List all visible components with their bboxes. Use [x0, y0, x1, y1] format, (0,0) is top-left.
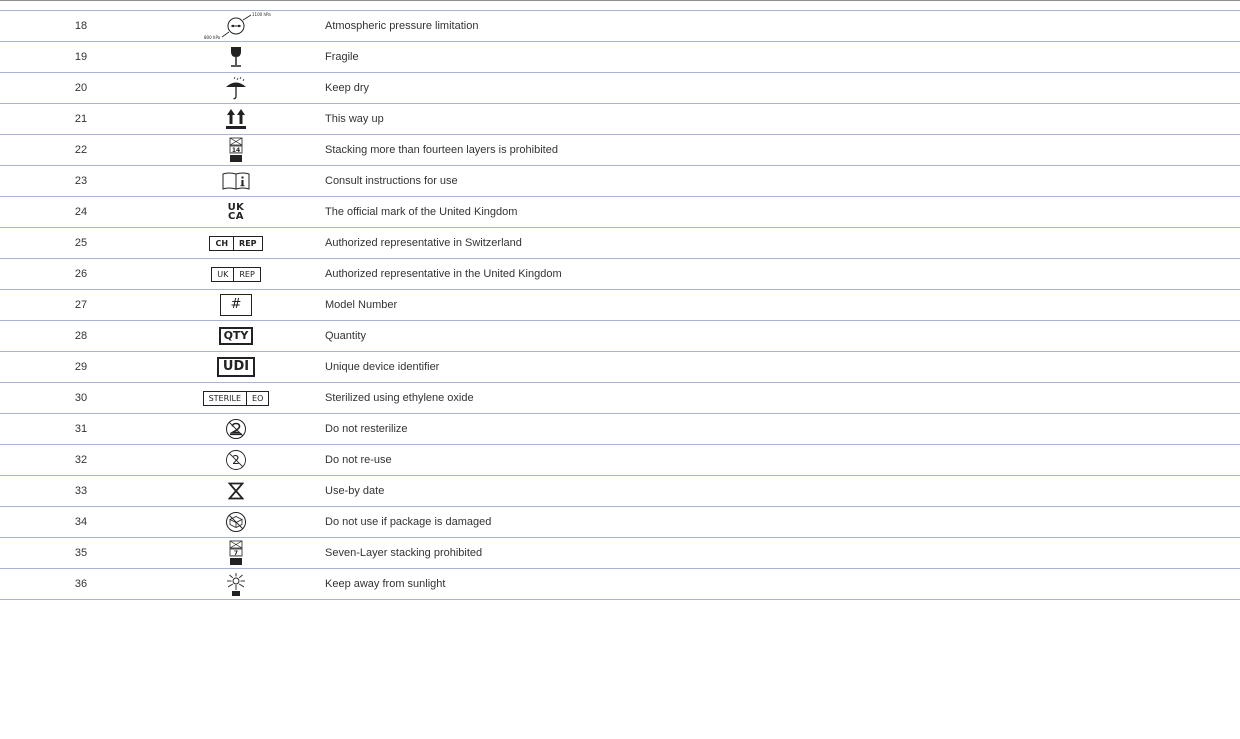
top-divider [0, 0, 1240, 1]
pressure-upper-label: 1100 hPa [252, 12, 271, 17]
row-number: 24 [0, 196, 162, 228]
row-description: Model Number [310, 289, 1240, 321]
row-number: 36 [0, 568, 162, 600]
row-number: 27 [0, 289, 162, 321]
table-row: 36 Keep away from sunlight [0, 568, 1240, 600]
table-row: 19 Fragile [0, 41, 1240, 73]
stacking-limit-label: 7 [234, 550, 238, 557]
row-description: Authorized representative in the United … [310, 258, 1240, 290]
row-description: This way up [310, 103, 1240, 135]
row-number: 35 [0, 537, 162, 569]
consult-instructions-icon [222, 172, 250, 190]
sterile-right-text: EO [246, 391, 268, 405]
damaged-package-icon [225, 511, 247, 533]
do-not-reuse-label: 2 [232, 453, 240, 467]
row-number: 19 [0, 41, 162, 73]
row-description: Stacking more than fourteen layers is pr… [310, 134, 1240, 166]
row-description: Keep dry [310, 72, 1240, 104]
model-number-icon: # [220, 294, 252, 316]
uk-rep-right-text: REP [233, 267, 259, 281]
table-row: 27 # Model Number [0, 289, 1240, 321]
table-row: 29 UDI Unique device identifier [0, 351, 1240, 383]
pressure-lower-label: 800 hPa [204, 35, 221, 40]
row-number: 18 [0, 10, 162, 42]
ukca-bottom-text: CA [227, 211, 245, 222]
row-number: 25 [0, 227, 162, 259]
row-number: 22 [0, 134, 162, 166]
keep-away-from-sunlight-icon [222, 572, 250, 596]
row-number: 33 [0, 475, 162, 507]
row-number: 26 [0, 258, 162, 290]
row-number: 30 [0, 382, 162, 414]
table-row: 26 UK REP Authorized representative in t… [0, 258, 1240, 290]
sterile-left-text: STERILE [208, 393, 242, 403]
row-description: Unique device identifier [310, 351, 1240, 383]
row-number: 28 [0, 320, 162, 352]
symbols-page: 18 1100 hPa 800 hPa Atmospheric pressure… [0, 0, 1240, 739]
do-not-reuse-icon: 2 [225, 449, 247, 471]
table-row: 28 QTY Quantity [0, 320, 1240, 352]
row-description: Consult instructions for use [310, 165, 1240, 197]
quantity-icon: QTY [218, 327, 254, 345]
row-description: Seven-Layer stacking prohibited [310, 537, 1240, 569]
fragile-icon [228, 46, 244, 68]
table-row: 35 7 Seven-Layer stacking prohibited [0, 537, 1240, 569]
table-row: 33 Use-by date [0, 475, 1240, 507]
stacking-limit-icon: 7 [229, 540, 243, 566]
table-row: 31 Do not resterilize [0, 413, 1240, 445]
symbol-table: 18 1100 hPa 800 hPa Atmospheric pressure… [0, 10, 1240, 600]
ch-rep-left-text: CH [215, 238, 229, 248]
table-row: 23 Consult instructions for use [0, 165, 1240, 197]
row-description: Do not use if package is damaged [310, 506, 1240, 538]
stacking-limit-icon: 14 [229, 137, 243, 163]
table-row: 22 14 Stacking more than fourteen layers… [0, 134, 1240, 166]
ch-rep-right-text: REP [233, 236, 262, 250]
ukca-mark-icon: UK CA [227, 203, 245, 222]
table-row: 18 1100 hPa 800 hPa Atmospheric pressure… [0, 10, 1240, 42]
table-row: 34 Do not use if package is damaged [0, 506, 1240, 538]
row-description: The official mark of the United Kingdom [310, 196, 1240, 228]
row-number: 29 [0, 351, 162, 383]
table-row: 21 This way up [0, 103, 1240, 135]
row-description: Quantity [310, 320, 1240, 352]
sterile-eo-icon: STERILE EO [202, 390, 270, 406]
row-description: Fragile [310, 41, 1240, 73]
row-number: 32 [0, 444, 162, 476]
row-description: Use-by date [310, 475, 1240, 507]
udi-icon: UDI [216, 357, 256, 377]
do-not-resterilize-icon [225, 418, 247, 440]
ch-rep-icon: CH REP [209, 235, 263, 251]
table-row: 20 Keep dry [0, 72, 1240, 104]
table-row: 30 STERILE EO Sterilized using ethylene … [0, 382, 1240, 414]
row-description: Do not re-use [310, 444, 1240, 476]
uk-rep-icon: UK REP [211, 266, 261, 282]
row-number: 21 [0, 103, 162, 135]
atmospheric-pressure-icon: 1100 hPa 800 hPa [196, 11, 276, 41]
table-row: 24 UK CA The official mark of the United… [0, 196, 1240, 228]
row-description: Atmospheric pressure limitation [310, 10, 1240, 42]
table-row: 25 CH REP Authorized representative in S… [0, 227, 1240, 259]
row-number: 20 [0, 72, 162, 104]
row-number: 31 [0, 413, 162, 445]
row-description: Authorized representative in Switzerland [310, 227, 1240, 259]
row-number: 34 [0, 506, 162, 538]
row-number: 23 [0, 165, 162, 197]
row-description: Do not resterilize [310, 413, 1240, 445]
hourglass-icon [227, 482, 245, 500]
row-description: Keep away from sunlight [310, 568, 1240, 600]
row-description: Sterilized using ethylene oxide [310, 382, 1240, 414]
keep-dry-icon [224, 76, 248, 100]
this-way-up-icon [225, 108, 247, 130]
table-row: 32 2 Do not re-use [0, 444, 1240, 476]
uk-rep-left-text: UK [217, 269, 229, 279]
